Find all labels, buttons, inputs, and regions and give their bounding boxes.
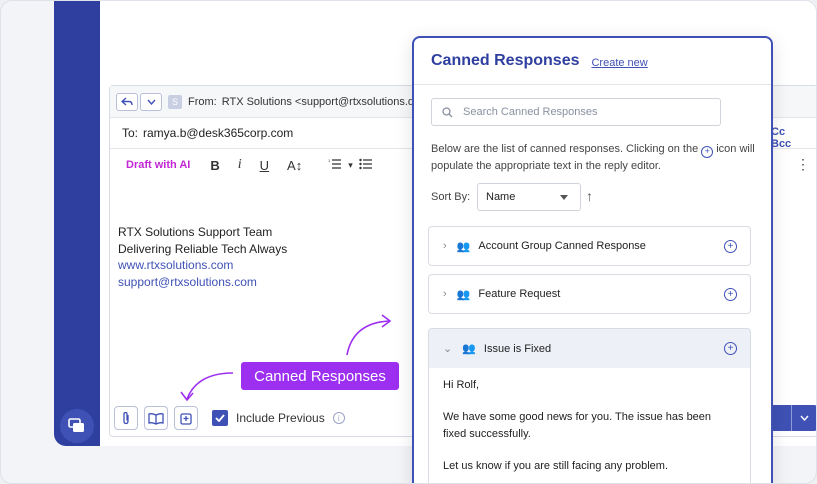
canned-response-item-open[interactable]: ⌄ 👥 Issue is Fixed + — [428, 328, 751, 368]
send-button[interactable] — [771, 405, 816, 431]
canned-response-preview: Hi Rolf, We have some good news for you.… — [428, 368, 751, 483]
caret-down-icon — [560, 195, 568, 200]
reply-options-button[interactable] — [140, 92, 162, 111]
numbered-list-button[interactable]: 1 — [328, 158, 342, 173]
include-previous-label: Include Previous — [236, 411, 325, 425]
knowledge-base-button[interactable] — [144, 406, 168, 430]
signature-line-2: Delivering Reliable Tech Always — [118, 241, 288, 256]
canned-responses-panel: Canned Responses Create new Search Canne… — [412, 36, 773, 483]
chevron-down-icon: ⌄ — [443, 343, 453, 355]
sort-value: Name — [486, 191, 516, 203]
preview-paragraph-2: Let us know if you are still facing any … — [443, 460, 669, 472]
bold-button[interactable]: B — [210, 158, 219, 173]
create-new-link[interactable]: Create new — [591, 57, 647, 69]
add-circle-icon[interactable]: + — [724, 240, 737, 253]
search-placeholder: Search Canned Responses — [463, 106, 598, 118]
left-sidebar — [54, 1, 100, 446]
preview-paragraph-1: We have some good news for you. The issu… — [443, 411, 712, 440]
italic-button[interactable]: i — [238, 157, 242, 173]
sender-avatar: S — [168, 94, 182, 109]
sort-select[interactable]: Name — [477, 183, 581, 211]
group-icon: 👥 — [456, 288, 471, 301]
open-book-icon — [148, 412, 164, 425]
more-options-icon[interactable]: ⋮ — [796, 156, 810, 173]
canned-response-item[interactable]: › 👥 Feature Request + — [428, 274, 751, 314]
sort-label: Sort By: — [431, 191, 471, 203]
app-frame: S From: RTX Solutions <support@rtxsoluti… — [0, 0, 817, 484]
canned-responses-callout: Canned Responses — [241, 362, 399, 390]
bcc-link[interactable]: Bcc — [771, 138, 791, 150]
chevron-down-icon — [800, 415, 809, 421]
to-value[interactable]: ramya.b@desk365corp.com — [143, 126, 293, 140]
paperclip-icon — [123, 411, 129, 425]
attach-button[interactable] — [114, 406, 138, 430]
editor-bottom-toolbar: Include Previous i — [114, 406, 345, 430]
panel-title: Canned Responses — [431, 52, 580, 69]
preview-greeting: Hi Rolf, — [443, 379, 480, 391]
item-label: Feature Request — [478, 288, 561, 300]
numbered-list-icon: 1 — [328, 158, 342, 169]
chevron-right-icon: › — [443, 288, 447, 300]
underline-button[interactable]: U — [260, 158, 269, 173]
cc-bcc-links: Cc Bcc — [771, 126, 816, 150]
description-before: Below are the list of canned responses. … — [431, 143, 699, 155]
svg-text:1: 1 — [328, 158, 331, 163]
item-label: Issue is Fixed — [483, 342, 552, 355]
checkmark-icon — [215, 414, 225, 422]
add-circle-icon[interactable]: + — [724, 288, 737, 301]
bullet-list-button[interactable] — [359, 158, 373, 173]
to-label: To: — [122, 126, 139, 140]
chat-button[interactable] — [60, 409, 94, 443]
group-icon: 👥 — [456, 240, 471, 253]
chevron-down-icon — [146, 99, 156, 105]
from-value[interactable]: RTX Solutions <support@rtxsolutions.desk… — [222, 96, 438, 108]
signature-line-1: RTX Solutions Support Team — [118, 225, 273, 239]
reply-arrow-icon — [121, 96, 133, 106]
search-icon — [442, 106, 453, 117]
info-icon[interactable]: i — [332, 412, 345, 424]
sort-direction-icon[interactable]: ↑ — [586, 188, 593, 204]
panel-header: Canned Responses Create new — [414, 38, 771, 85]
canned-responses-button[interactable] — [174, 406, 198, 430]
chat-icon — [68, 418, 84, 432]
undo-button[interactable] — [116, 92, 138, 111]
signature-website-link[interactable]: www.rtxsolutions.com — [118, 257, 287, 274]
send-divider — [791, 405, 792, 431]
panel-description: Below are the list of canned responses. … — [431, 141, 761, 175]
cc-link[interactable]: Cc — [771, 126, 785, 138]
font-size-button[interactable]: A↕ — [287, 158, 302, 173]
chevron-right-icon: › — [443, 240, 447, 252]
add-circle-icon: + — [701, 145, 714, 158]
canned-response-icon — [179, 412, 192, 425]
signature-block: RTX Solutions Support Team Delivering Re… — [118, 224, 287, 290]
bullet-list-icon — [359, 158, 372, 169]
list-dropdown-caret-icon[interactable]: ▾ — [348, 160, 353, 171]
signature-email-link[interactable]: support@rtxsolutions.com — [118, 274, 287, 291]
from-label: From: — [188, 95, 217, 108]
search-input[interactable]: Search Canned Responses — [431, 98, 721, 126]
item-label: Account Group Canned Response — [478, 240, 646, 252]
canned-response-item[interactable]: › 👥 Account Group Canned Response + — [428, 226, 751, 266]
include-previous-checkbox[interactable] — [212, 410, 228, 426]
draft-with-ai-button[interactable]: Draft with AI — [126, 159, 190, 171]
add-circle-icon[interactable]: + — [724, 342, 737, 355]
group-icon: 👥 — [462, 343, 476, 355]
